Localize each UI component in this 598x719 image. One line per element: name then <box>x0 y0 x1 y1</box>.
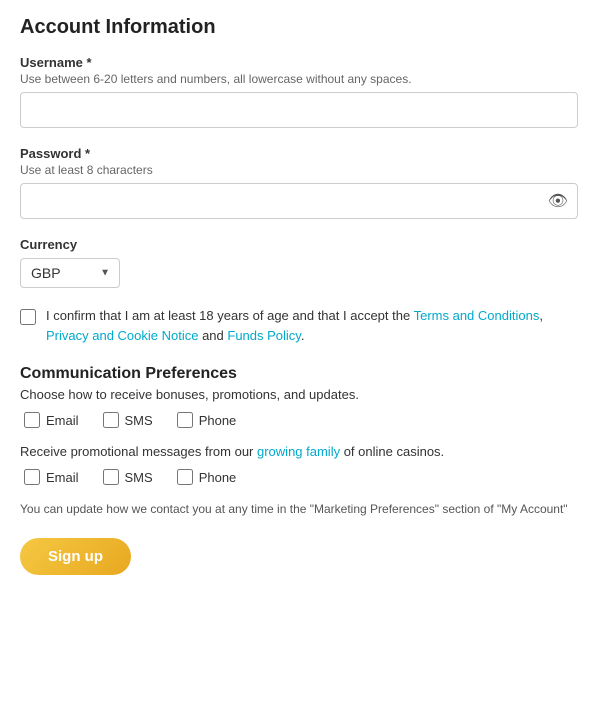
marketing-note: You can update how we contact you at any… <box>20 501 578 518</box>
username-label: Username * <box>20 55 578 70</box>
currency-group: Currency GBP USD EUR <box>20 237 578 288</box>
terms-section: I confirm that I am at least 18 years of… <box>20 306 578 345</box>
phone-label-1: Phone <box>199 413 237 428</box>
privacy-link[interactable]: Privacy and Cookie Notice <box>46 328 198 343</box>
email-checkbox-1[interactable] <box>24 412 40 428</box>
growing-family-link[interactable]: growing family <box>257 444 340 459</box>
currency-select[interactable]: GBP USD EUR <box>20 258 120 288</box>
email-label-1: Email <box>46 413 79 428</box>
phone-checkbox-2[interactable] <box>177 469 193 485</box>
funds-link[interactable]: Funds Policy <box>227 328 300 343</box>
email-option-2[interactable]: Email <box>24 469 79 485</box>
sms-option-1[interactable]: SMS <box>103 412 153 428</box>
currency-label: Currency <box>20 237 578 252</box>
phone-option-2[interactable]: Phone <box>177 469 237 485</box>
terms-row: I confirm that I am at least 18 years of… <box>20 306 578 345</box>
password-wrapper: 👁 <box>20 183 578 219</box>
terms-and: and <box>198 328 227 343</box>
username-input[interactable] <box>20 92 578 128</box>
terms-checkbox[interactable] <box>20 309 36 325</box>
username-hint: Use between 6-20 letters and numbers, al… <box>20 72 578 86</box>
password-label: Password * <box>20 146 578 161</box>
comm-options-2: Email SMS Phone <box>24 469 578 485</box>
comm-hint: Choose how to receive bonuses, promotion… <box>20 387 578 402</box>
email-option-1[interactable]: Email <box>24 412 79 428</box>
account-info-title: Account Information <box>20 16 578 39</box>
phone-checkbox-1[interactable] <box>177 412 193 428</box>
promo-text: Receive promotional messages from our gr… <box>20 444 578 459</box>
sms-label-2: SMS <box>125 470 153 485</box>
terms-prefix: I confirm that I am at least 18 years of… <box>46 308 414 323</box>
terms-text: I confirm that I am at least 18 years of… <box>46 306 578 345</box>
comm-pref-title: Communication Preferences <box>20 365 578 383</box>
sms-checkbox-1[interactable] <box>103 412 119 428</box>
phone-option-1[interactable]: Phone <box>177 412 237 428</box>
terms-link[interactable]: Terms and Conditions <box>414 308 540 323</box>
sms-option-2[interactable]: SMS <box>103 469 153 485</box>
promo-suffix: of online casinos. <box>340 444 444 459</box>
terms-period: . <box>301 328 305 343</box>
sms-checkbox-2[interactable] <box>103 469 119 485</box>
eye-icon[interactable]: 👁 <box>548 191 568 211</box>
email-checkbox-2[interactable] <box>24 469 40 485</box>
password-input[interactable] <box>20 183 578 219</box>
sms-label-1: SMS <box>125 413 153 428</box>
phone-label-2: Phone <box>199 470 237 485</box>
signup-button[interactable]: Sign up <box>20 538 131 575</box>
promo-prefix: Receive promotional messages from our <box>20 444 257 459</box>
comm-options-1: Email SMS Phone <box>24 412 578 428</box>
email-label-2: Email <box>46 470 79 485</box>
comm-section: Communication Preferences Choose how to … <box>20 365 578 518</box>
currency-wrapper: GBP USD EUR <box>20 258 120 288</box>
password-hint: Use at least 8 characters <box>20 163 578 177</box>
password-group: Password * Use at least 8 characters 👁 <box>20 146 578 219</box>
username-group: Username * Use between 6-20 letters and … <box>20 55 578 128</box>
terms-comma: , <box>539 308 543 323</box>
